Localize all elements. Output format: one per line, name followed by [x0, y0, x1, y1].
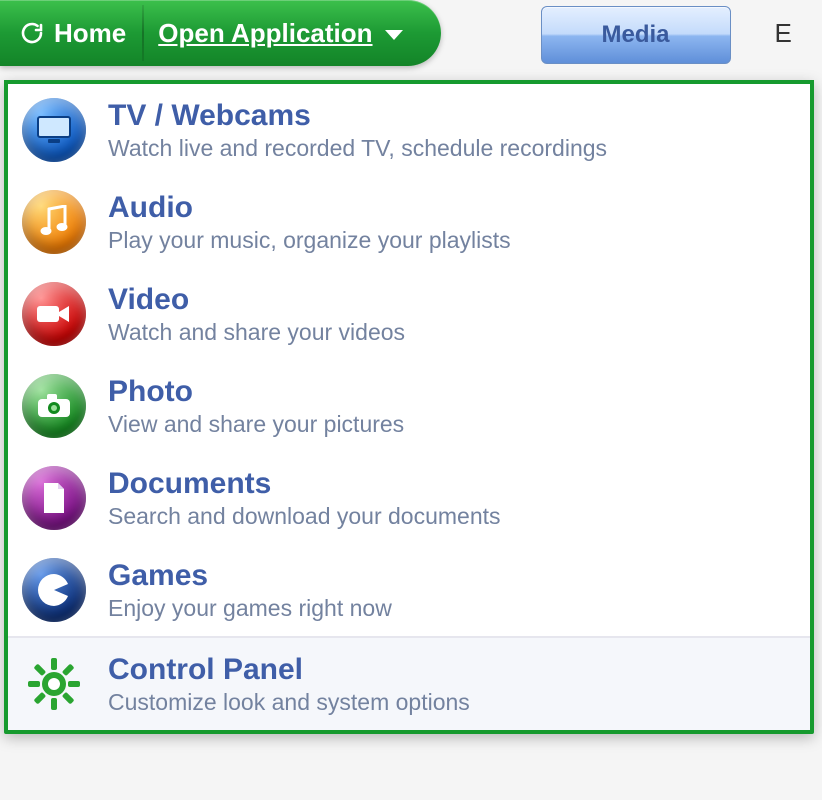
open-application-menu: TV / Webcams Watch live and recorded TV,… [4, 80, 814, 734]
menu-item-title: Games [108, 559, 392, 593]
menu-item-title: Audio [108, 191, 511, 225]
menu-item-video[interactable]: Video Watch and share your videos [8, 268, 810, 360]
camcorder-icon [22, 282, 86, 346]
menu-item-audio[interactable]: Audio Play your music, organize your pla… [8, 176, 810, 268]
menu-item-title: Photo [108, 375, 404, 409]
menu-item-desc: Search and download your documents [108, 503, 501, 530]
menu-item-control-panel[interactable]: Control Panel Customize look and system … [8, 636, 810, 730]
pacman-icon [22, 558, 86, 622]
menu-item-documents[interactable]: Documents Search and download your docum… [8, 452, 810, 544]
gear-icon [22, 652, 86, 716]
menu-item-texts: Games Enjoy your games right now [108, 559, 392, 622]
tv-icon [22, 98, 86, 162]
top-toolbar: Home Open Application Media E [0, 0, 822, 66]
document-icon [22, 466, 86, 530]
menu-item-desc: Watch and share your videos [108, 319, 405, 346]
menu-item-title: Control Panel [108, 653, 470, 687]
music-note-icon [22, 190, 86, 254]
menu-item-desc: Customize look and system options [108, 689, 470, 716]
partial-tab-label: E [775, 18, 792, 49]
menu-item-texts: TV / Webcams Watch live and recorded TV,… [108, 99, 607, 162]
menu-item-photo[interactable]: Photo View and share your pictures [8, 360, 810, 452]
home-label: Home [54, 18, 126, 49]
menu-item-title: Documents [108, 467, 501, 501]
menu-item-texts: Audio Play your music, organize your pla… [108, 191, 511, 254]
menu-item-texts: Documents Search and download your docum… [108, 467, 501, 530]
toolbar-spacer [441, 0, 541, 66]
camera-icon [22, 374, 86, 438]
menu-item-desc: Enjoy your games right now [108, 595, 392, 622]
menu-item-texts: Video Watch and share your videos [108, 283, 405, 346]
open-application-label: Open Application [158, 18, 372, 49]
chevron-down-icon [385, 30, 403, 40]
nav-pill: Home Open Application [0, 0, 441, 66]
tab-media[interactable]: Media [541, 6, 731, 64]
home-button[interactable]: Home [10, 10, 136, 57]
menu-item-desc: Watch live and recorded TV, schedule rec… [108, 135, 607, 162]
menu-item-texts: Photo View and share your pictures [108, 375, 404, 438]
menu-item-tv-webcams[interactable]: TV / Webcams Watch live and recorded TV,… [8, 84, 810, 176]
pill-divider [142, 5, 144, 61]
menu-item-texts: Control Panel Customize look and system … [108, 653, 470, 716]
media-tab-label: Media [602, 21, 670, 49]
menu-item-games[interactable]: Games Enjoy your games right now [8, 544, 810, 636]
refresh-icon [20, 21, 44, 45]
menu-item-desc: Play your music, organize your playlists [108, 227, 511, 254]
menu-item-title: Video [108, 283, 405, 317]
menu-item-title: TV / Webcams [108, 99, 607, 133]
open-application-button[interactable]: Open Application [150, 10, 410, 57]
menu-item-desc: View and share your pictures [108, 411, 404, 438]
